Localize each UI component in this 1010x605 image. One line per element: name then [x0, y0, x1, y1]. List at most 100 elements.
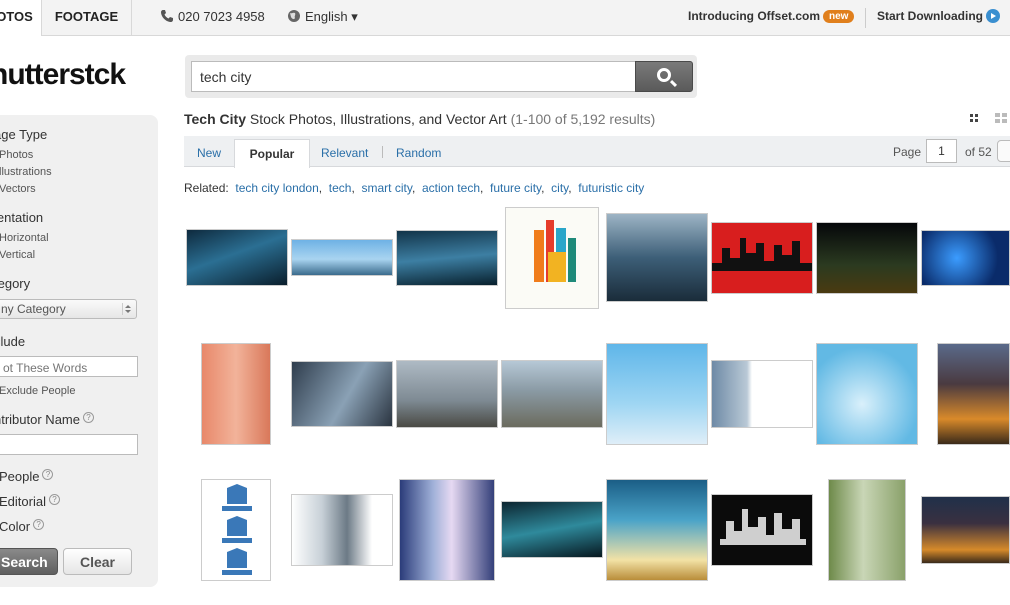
exclude-words-input[interactable] — [0, 356, 138, 377]
thumbnail-image[interactable] — [606, 213, 708, 302]
color-filter[interactable]: Color? — [0, 519, 45, 534]
thumbnail-image[interactable] — [828, 479, 906, 581]
grid-large-icon[interactable] — [995, 113, 1007, 123]
sort-relevant[interactable]: Relevant — [321, 146, 368, 160]
thumbnail-image[interactable] — [201, 479, 271, 581]
category-heading: tegory — [0, 276, 31, 291]
divider — [865, 8, 866, 28]
thumbnail-image[interactable] — [606, 343, 708, 445]
contributor-heading: ntributor Name? — [0, 412, 94, 427]
sidebar-search-button[interactable]: Search — [0, 548, 58, 575]
exclude-people-option[interactable]: Exclude People — [0, 385, 75, 397]
related-searches: Related: tech city london, tech, smart c… — [184, 181, 645, 195]
results-description: Stock Photos, Illustrations, and Vector … — [249, 111, 507, 127]
filter-option-vectors[interactable]: Vectors — [0, 183, 36, 195]
skyline-silhouette — [712, 238, 812, 271]
filter-option-horizontal[interactable]: Horizontal — [0, 232, 49, 244]
phone-text: 020 7023 4958 — [178, 9, 265, 24]
help-icon[interactable]: ? — [48, 494, 60, 505]
thumbnail-image[interactable] — [711, 360, 813, 428]
clear-button[interactable]: Clear — [63, 548, 132, 575]
chevron-updown-icon — [122, 303, 132, 315]
sort-bar: New Popular Relevant Random Page 1 of 52 — [184, 136, 1010, 168]
related-link[interactable]: tech city london — [235, 181, 318, 195]
thumbnail-image[interactable] — [501, 360, 603, 428]
start-downloading-link[interactable]: Start Downloading — [877, 9, 1000, 23]
thumbnail-image[interactable] — [399, 479, 495, 581]
start-downloading-text: Start Downloading — [877, 9, 983, 23]
category-value: ny Category — [1, 302, 66, 316]
filter-option-illustrations[interactable]: llustrations — [0, 166, 52, 178]
exclude-heading: clude — [0, 334, 26, 349]
results-query: Tech City — [184, 111, 246, 127]
image-type-heading: age Type — [0, 127, 48, 142]
thumbnail-image[interactable] — [711, 222, 813, 294]
arrow-right-icon — [986, 9, 1000, 23]
contributor-input[interactable] — [0, 434, 138, 455]
related-link[interactable]: future city — [490, 181, 541, 195]
phone-icon — [161, 10, 173, 22]
color-label: Color — [0, 519, 31, 534]
next-page-button[interactable] — [997, 140, 1010, 162]
skyline-silhouette — [720, 509, 806, 545]
thumbnail-image[interactable] — [291, 361, 393, 427]
tab-footage[interactable]: FOOTAGE — [42, 0, 132, 36]
thumbnail-image[interactable] — [201, 343, 271, 445]
thumbnail-image[interactable] — [711, 494, 813, 566]
thumbnail-image[interactable] — [291, 494, 393, 566]
thumbnail-image[interactable] — [937, 343, 1010, 445]
sort-random[interactable]: Random — [396, 146, 441, 160]
thumbnail-image[interactable] — [396, 230, 498, 286]
filter-option-photos[interactable]: Photos — [0, 149, 33, 161]
thumbnail-image[interactable] — [186, 229, 288, 286]
orientation-heading: ientation — [0, 210, 44, 225]
page-total: of 52 — [965, 145, 992, 159]
contributor-label: ntributor Name — [0, 412, 80, 427]
tab-photos[interactable]: OTOS — [0, 0, 42, 36]
language-selector[interactable]: English ▾ — [287, 9, 358, 25]
logo-set-illustration — [222, 484, 252, 575]
help-icon[interactable]: ? — [82, 412, 94, 423]
filter-option-vertical[interactable]: Vertical — [0, 249, 35, 261]
results-title: Tech City Stock Photos, Illustrations, a… — [184, 111, 655, 127]
offset-promo-link[interactable]: Introducing Offset.com new — [688, 9, 855, 23]
thumbnail-image[interactable] — [921, 496, 1010, 564]
thumbnail-image[interactable] — [505, 207, 599, 309]
thumbnail-image[interactable] — [501, 501, 603, 558]
search-bar — [185, 55, 697, 98]
page-number-input[interactable]: 1 — [926, 139, 957, 163]
top-bar: OTOS FOOTAGE 020 7023 4958 English ▾ Int… — [0, 0, 1010, 36]
editorial-filter[interactable]: Editorial? — [0, 494, 60, 509]
page-label: Page — [893, 145, 922, 159]
search-button[interactable] — [635, 61, 693, 92]
thumbnail-image[interactable] — [921, 230, 1010, 286]
new-badge: new — [823, 10, 855, 23]
related-link[interactable]: futuristic city — [578, 181, 644, 195]
editorial-label: Editorial — [0, 494, 46, 509]
thumbnail-image[interactable] — [606, 479, 708, 581]
grid-small-icon[interactable] — [970, 114, 978, 122]
related-link[interactable]: action tech — [422, 181, 480, 195]
related-link[interactable]: smart city — [361, 181, 411, 195]
vector-city-illustration — [534, 220, 576, 282]
thumbnail-image[interactable] — [816, 222, 918, 294]
language-text: English ▾ — [305, 9, 358, 24]
help-icon[interactable]: ? — [42, 469, 54, 480]
category-select[interactable]: ny Category — [0, 299, 137, 319]
sort-popular[interactable]: Popular — [234, 139, 310, 168]
related-link[interactable]: city — [551, 181, 568, 195]
people-filter[interactable]: People? — [0, 469, 54, 484]
magnifier-icon — [657, 68, 671, 82]
help-icon[interactable]: ? — [33, 519, 45, 530]
logo[interactable]: hutterstck — [0, 58, 126, 92]
offset-text: Introducing Offset.com — [688, 9, 820, 23]
thumbnail-image[interactable] — [291, 239, 393, 276]
thumbnail-image[interactable] — [816, 343, 918, 445]
search-input[interactable] — [191, 61, 637, 92]
people-label: People — [0, 469, 40, 484]
phone-number: 020 7023 4958 — [160, 9, 265, 24]
related-link[interactable]: tech — [329, 181, 352, 195]
related-label: Related: — [184, 181, 229, 195]
sort-new[interactable]: New — [197, 146, 221, 160]
thumbnail-image[interactable] — [396, 360, 498, 428]
